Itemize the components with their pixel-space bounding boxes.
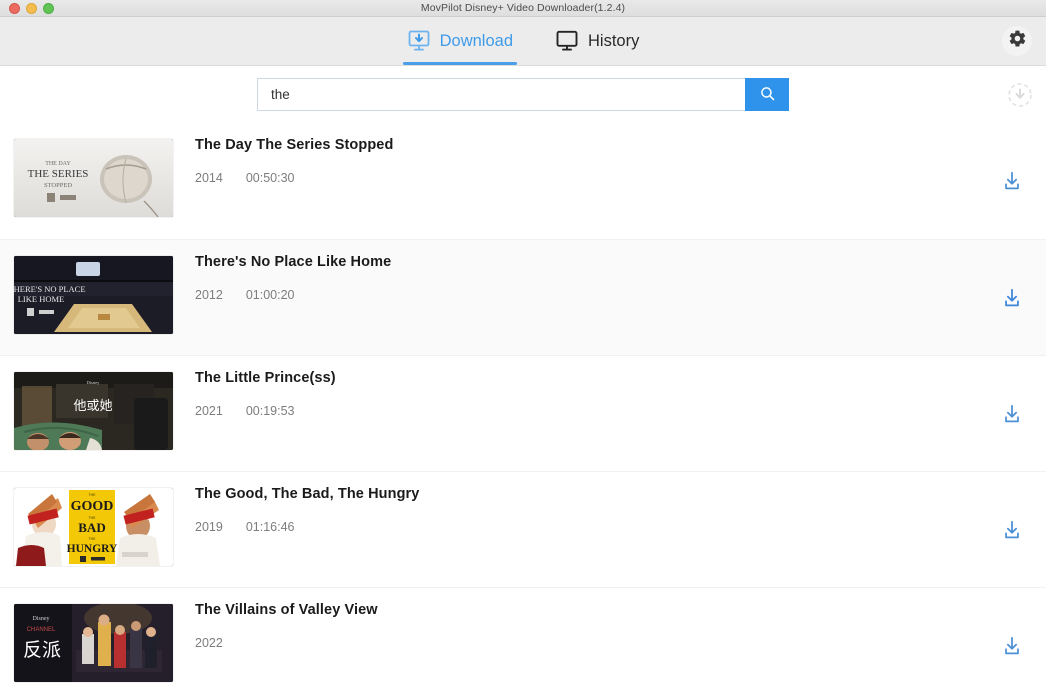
result-row[interactable]: 他或她 Disney The Little Prince(ss) 2021 00…	[0, 355, 1046, 471]
tab-download[interactable]: Download	[401, 17, 519, 65]
result-year: 2012	[195, 288, 223, 302]
result-row[interactable]: Disney CHANNEL 反派 The Villains of Valley…	[0, 587, 1046, 692]
search-bar	[0, 66, 1046, 123]
svg-text:他或她: 他或她	[73, 398, 112, 413]
search-icon	[759, 85, 776, 105]
tab-bar: Download History	[401, 17, 646, 65]
svg-text:THE SERIES: THE SERIES	[28, 168, 89, 180]
download-icon[interactable]	[1001, 519, 1023, 541]
download-icon[interactable]	[1001, 287, 1023, 309]
row-actions	[746, 588, 1046, 692]
app-window: MovPilot Disney+ Video Downloader(1.2.4)…	[0, 0, 1046, 692]
svg-text:THERE'S NO PLACE: THERE'S NO PLACE	[14, 284, 86, 294]
result-row[interactable]: THE DAY THE SERIES STOPPED The Day The S…	[0, 123, 1046, 239]
result-row[interactable]: THERE'S NO PLACE LIKE HOME There's No Pl…	[0, 239, 1046, 355]
results-list: THE DAY THE SERIES STOPPED The Day The S…	[0, 123, 1046, 692]
row-actions	[746, 356, 1046, 471]
search-button[interactable]	[745, 78, 789, 111]
window-title: MovPilot Disney+ Video Downloader(1.2.4)	[420, 2, 626, 14]
monitor-icon	[555, 30, 579, 52]
row-actions	[746, 472, 1046, 587]
result-row[interactable]: THE GOOD THE BAD THE HUNGRY The Good, Th…	[0, 471, 1046, 587]
row-actions	[746, 123, 1046, 239]
svg-text:CHANNEL: CHANNEL	[27, 627, 56, 633]
svg-text:HUNGRY: HUNGRY	[67, 543, 118, 555]
result-duration: 00:19:53	[245, 404, 295, 418]
result-year: 2022	[195, 636, 223, 650]
svg-text:GOOD: GOOD	[71, 499, 114, 514]
settings-button[interactable]	[1002, 26, 1032, 56]
download-circle-icon[interactable]	[1006, 81, 1034, 109]
result-year: 2014	[195, 171, 223, 185]
result-year: 2019	[195, 520, 223, 534]
minimize-button[interactable]	[26, 2, 37, 14]
svg-text:THE: THE	[89, 493, 97, 497]
result-duration: 01:16:46	[245, 520, 295, 534]
window-controls	[0, 2, 54, 14]
download-icon[interactable]	[1001, 170, 1023, 192]
svg-text:反派: 反派	[23, 639, 61, 661]
close-button[interactable]	[9, 2, 20, 14]
svg-text:THE DAY: THE DAY	[45, 161, 71, 167]
svg-text:THE: THE	[89, 537, 97, 541]
thumbnail: THE GOOD THE BAD THE HUNGRY	[14, 488, 173, 566]
download-monitor-icon	[407, 30, 431, 52]
row-actions	[746, 240, 1046, 355]
result-duration: 00:50:30	[245, 171, 295, 185]
svg-text:BAD: BAD	[78, 520, 105, 535]
tab-download-label: Download	[439, 31, 514, 50]
maximize-button[interactable]	[43, 2, 54, 14]
result-year: 2021	[195, 404, 223, 418]
search-wrapper	[257, 78, 789, 111]
svg-text:LIKE HOME: LIKE HOME	[18, 294, 65, 304]
gear-icon	[1008, 29, 1027, 53]
title-bar: MovPilot Disney+ Video Downloader(1.2.4)	[0, 0, 1046, 17]
thumbnail: THE DAY THE SERIES STOPPED	[14, 139, 173, 217]
thumbnail: Disney CHANNEL 反派	[14, 604, 173, 682]
search-input[interactable]	[257, 78, 745, 111]
tab-history-label: History	[588, 31, 640, 50]
main-toolbar: Download History	[0, 17, 1046, 66]
thumbnail: 他或她 Disney	[14, 372, 173, 450]
svg-text:STOPPED: STOPPED	[44, 182, 72, 189]
download-icon[interactable]	[1001, 635, 1023, 657]
tab-history[interactable]: History	[549, 17, 645, 65]
svg-text:Disney: Disney	[87, 380, 100, 385]
svg-text:Disney: Disney	[33, 616, 50, 622]
result-duration: 01:00:20	[245, 288, 295, 302]
download-icon[interactable]	[1001, 403, 1023, 425]
thumbnail: THERE'S NO PLACE LIKE HOME	[14, 256, 173, 334]
